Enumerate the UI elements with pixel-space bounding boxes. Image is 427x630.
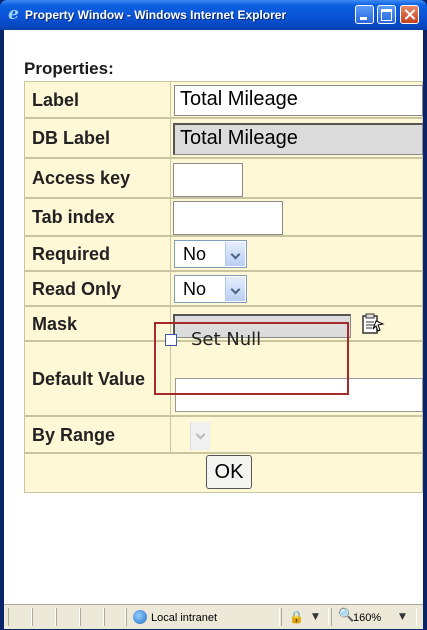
set-null-label: Set Null bbox=[191, 329, 262, 350]
globe-icon bbox=[133, 610, 147, 624]
mask-picker-icon[interactable] bbox=[361, 313, 385, 335]
access-key-input[interactable] bbox=[173, 163, 243, 197]
ie-logo-icon: e bbox=[8, 4, 19, 24]
title-bar[interactable]: e Property Window - Windows Internet Exp… bbox=[0, 0, 427, 30]
ok-button[interactable]: OK bbox=[206, 455, 252, 489]
db-label-input[interactable]: Total Mileage bbox=[173, 123, 423, 155]
row-read-only: Read Only No bbox=[24, 271, 423, 306]
row-label-text: Access key bbox=[32, 168, 131, 188]
protected-mode-icon[interactable]: 🔒 bbox=[289, 610, 304, 624]
page-content: Properties: Label Total Mileage DB Label… bbox=[4, 30, 423, 604]
maximize-button[interactable] bbox=[377, 5, 396, 24]
row-label-text: Required bbox=[32, 243, 111, 264]
zoom-level[interactable]: 160% bbox=[353, 611, 381, 625]
row-label-text: DB Label bbox=[32, 128, 111, 148]
row-label: Label Total Mileage bbox=[24, 81, 423, 118]
label-input[interactable]: Total Mileage bbox=[174, 85, 423, 116]
required-select[interactable]: No bbox=[174, 240, 247, 268]
chevron-down-icon[interactable] bbox=[225, 277, 245, 301]
row-label-text: Tab index bbox=[32, 207, 115, 227]
chevron-down-icon[interactable]: ▼ bbox=[399, 612, 406, 622]
row-db-label: DB Label Total Mileage bbox=[24, 118, 423, 158]
by-range-select[interactable] bbox=[171, 421, 211, 451]
properties-heading: Properties: bbox=[24, 59, 114, 78]
row-by-range: By Range bbox=[24, 416, 423, 453]
row-label-text: Default Value bbox=[32, 368, 146, 389]
row-label-text: By Range bbox=[32, 424, 116, 445]
row-required: Required No bbox=[24, 236, 423, 271]
security-zone: Local intranet bbox=[151, 612, 218, 624]
row-label-text: Mask bbox=[32, 313, 78, 334]
minimize-button[interactable] bbox=[355, 5, 374, 24]
close-button[interactable] bbox=[400, 5, 419, 24]
chevron-down-icon[interactable] bbox=[190, 422, 210, 450]
chevron-down-icon[interactable]: ▼ bbox=[312, 612, 319, 622]
read-only-select[interactable]: No bbox=[174, 275, 247, 303]
browser-window: e Property Window - Windows Internet Exp… bbox=[0, 0, 427, 630]
window-title: Property Window - Windows Internet Explo… bbox=[25, 8, 287, 22]
row-label-text: Read Only bbox=[32, 278, 122, 299]
zoom-icon[interactable]: 🔍 bbox=[338, 609, 354, 623]
tab-index-input[interactable] bbox=[173, 201, 283, 235]
chevron-down-icon[interactable] bbox=[225, 242, 245, 266]
read-only-select-value: No bbox=[183, 279, 207, 299]
row-tab-index: Tab index bbox=[24, 198, 423, 236]
row-label-text: Label bbox=[32, 89, 80, 110]
set-null-checkbox[interactable] bbox=[165, 334, 177, 346]
status-bar: Local intranet 🔒 ▼ 🔍 160% ▼ bbox=[4, 604, 423, 629]
row-access-key: Access key bbox=[24, 158, 423, 198]
required-select-value: No bbox=[183, 244, 207, 264]
